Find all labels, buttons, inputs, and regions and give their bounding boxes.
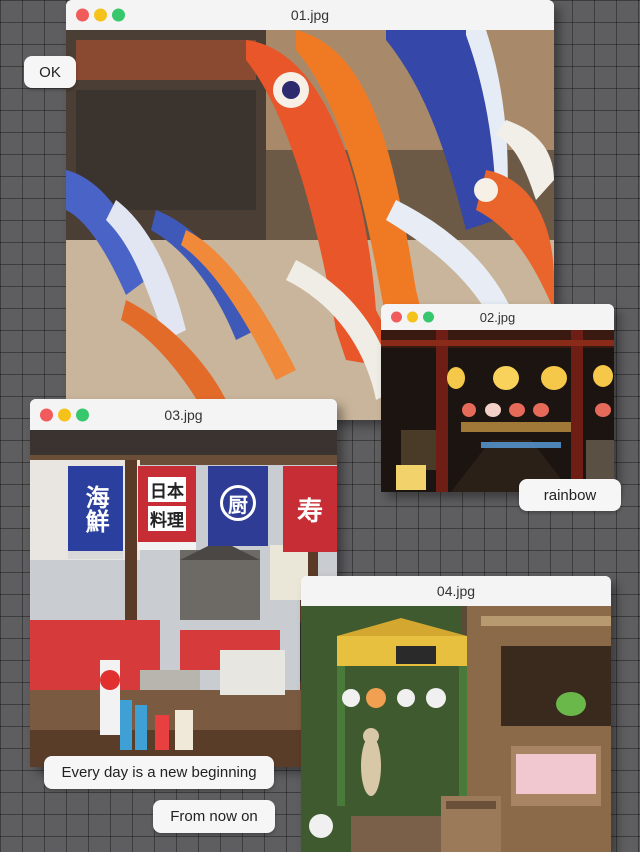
banner-kuriya: 厨 (208, 466, 268, 546)
label-every-day: Every day is a new beginning (44, 756, 274, 789)
window-title: 01.jpg (290, 7, 330, 23)
label-ok: OK (24, 56, 76, 88)
banner-text: 料理 (148, 506, 186, 531)
banner-text: 寿 (296, 496, 323, 527)
window-titlebar[interactable]: 04.jpg (301, 576, 611, 606)
minimize-dot[interactable] (94, 8, 107, 22)
photo-cat-hut (301, 606, 611, 852)
window-title: 04.jpg (436, 583, 476, 599)
close-dot[interactable] (40, 408, 53, 421)
window-titlebar[interactable]: 02.jpg (381, 304, 614, 330)
close-dot[interactable] (391, 311, 402, 323)
window-02[interactable]: 02.jpg (381, 304, 614, 492)
window-titlebar[interactable]: 01.jpg (66, 0, 554, 30)
window-04[interactable]: 04.jpg (301, 576, 611, 852)
window-titlebar[interactable]: 03.jpg (30, 399, 337, 430)
banner-nihon-ryori: 日本 料理 (138, 466, 196, 550)
photo-lantern-walkway (381, 330, 614, 492)
minimize-dot[interactable] (407, 311, 418, 323)
window-controls (76, 8, 125, 22)
close-dot[interactable] (76, 8, 89, 22)
maximize-dot[interactable] (112, 8, 125, 22)
maximize-dot[interactable] (423, 311, 434, 323)
minimize-dot[interactable] (58, 408, 71, 421)
banner-kaisen: 海鮮 (68, 466, 123, 559)
window-03[interactable]: 03.jpg 海鮮 日本 料理 厨 寿 (30, 399, 337, 767)
banner-text: 海鮮 (81, 484, 111, 533)
banner-kotobuki: 寿 (283, 466, 337, 552)
banner-text: 厨 (220, 485, 256, 521)
maximize-dot[interactable] (76, 408, 89, 421)
window-controls (40, 408, 89, 421)
label-rainbow: rainbow (519, 479, 621, 511)
banner-text: 日本 (148, 477, 186, 502)
label-from-now-on: From now on (153, 800, 275, 833)
window-controls (391, 311, 434, 323)
